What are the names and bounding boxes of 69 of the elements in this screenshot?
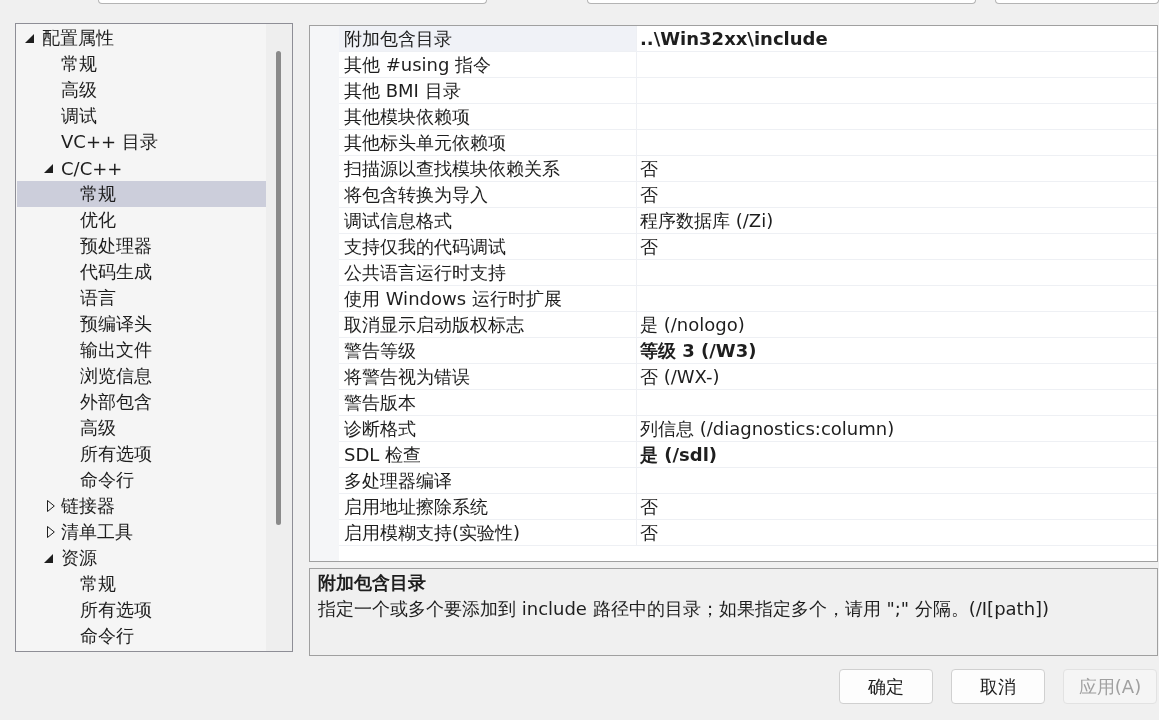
tree-item[interactable]: 所有选项 <box>17 441 266 467</box>
property-name[interactable]: 取消显示启动版权标志 <box>339 312 637 338</box>
tree-item[interactable]: 优化 <box>17 207 266 233</box>
property-name[interactable]: 公共语言运行时支持 <box>339 260 637 286</box>
property-name[interactable]: SDL 检查 <box>339 442 637 468</box>
property-name[interactable]: 其他标头单元依赖项 <box>339 130 637 156</box>
property-value[interactable]: 列信息 (/diagnostics:column) <box>637 416 1157 442</box>
tree-item[interactable]: 输出文件 <box>17 337 266 363</box>
tree-item[interactable]: 常规 <box>17 571 266 597</box>
tree-item[interactable]: 常规 <box>17 51 266 77</box>
property-value[interactable]: 等级 3 (/W3) <box>637 338 1157 364</box>
ok-button[interactable]: 确定 <box>839 669 933 704</box>
property-value[interactable]: 程序数据库 (/Zi) <box>637 208 1157 234</box>
tree-item[interactable]: 命令行 <box>17 623 266 649</box>
caret-down-icon[interactable] <box>44 553 53 563</box>
tree-item[interactable]: 代码生成 <box>17 259 266 285</box>
property-value[interactable]: 否 <box>637 156 1157 182</box>
tree-item[interactable]: 所有选项 <box>17 597 266 623</box>
tree-item[interactable]: 链接器 <box>17 493 266 519</box>
property-name[interactable]: 将警告视为错误 <box>339 364 637 390</box>
tree-item[interactable]: 配置属性 <box>17 25 266 51</box>
caret-down-icon[interactable] <box>44 163 53 173</box>
property-name[interactable]: 支持仅我的代码调试 <box>339 234 637 260</box>
property-value[interactable]: 否 <box>637 234 1157 260</box>
dropdown-field[interactable] <box>98 0 487 4</box>
cancel-button[interactable]: 取消 <box>951 669 1045 704</box>
property-name[interactable]: 其他 BMI 目录 <box>339 78 637 104</box>
description-title: 附加包含目录 <box>318 573 427 593</box>
property-name[interactable]: 启用模糊支持(实验性) <box>339 520 637 546</box>
tree-item[interactable]: 预处理器 <box>17 233 266 259</box>
tree-item[interactable]: 预编译头 <box>17 311 266 337</box>
tree-item[interactable]: VC++ 目录 <box>17 129 266 155</box>
property-name[interactable]: 多处理器编译 <box>339 468 637 494</box>
property-name[interactable]: 其他模块依赖项 <box>339 104 637 130</box>
tree-item[interactable]: 常规 <box>17 181 266 207</box>
property-value[interactable]: ..\Win32xx\include <box>637 26 1157 52</box>
tree-item[interactable]: 浏览信息 <box>17 363 266 389</box>
property-value[interactable]: 否 <box>637 494 1157 520</box>
tree-item[interactable]: 清单工具 <box>17 519 266 545</box>
description-text: 指定一个或多个要添加到 include 路径中的目录；如果指定多个，请用 ";" 分隔。(/I[path]) <box>318 599 1051 619</box>
property-name[interactable]: 将包含转换为导入 <box>339 182 637 208</box>
property-name[interactable]: 调试信息格式 <box>339 208 637 234</box>
property-value[interactable]: 是 (/nologo) <box>637 312 1157 338</box>
tree-item[interactable]: 语言 <box>17 285 266 311</box>
scrollbar-thumb[interactable] <box>276 51 281 525</box>
tree-item[interactable]: C/C++ <box>17 155 266 181</box>
tree-item[interactable]: 高级 <box>17 77 266 103</box>
caret-right-icon[interactable] <box>47 500 55 512</box>
dropdown-field[interactable] <box>587 0 976 4</box>
property-name[interactable]: 警告版本 <box>339 390 637 416</box>
property-name[interactable]: 附加包含目录 <box>339 26 637 52</box>
property-name[interactable]: 警告等级 <box>339 338 637 364</box>
property-name[interactable]: 使用 Windows 运行时扩展 <box>339 286 637 312</box>
tree-item[interactable]: 调试 <box>17 103 266 129</box>
property-value[interactable]: 否 <box>637 182 1157 208</box>
property-name[interactable]: 扫描源以查找模块依赖关系 <box>339 156 637 182</box>
tree-item[interactable]: 资源 <box>17 545 266 571</box>
property-name[interactable]: 其他 #using 指令 <box>339 52 637 78</box>
dropdown-field[interactable] <box>995 0 1159 4</box>
property-value[interactable]: 否 <box>637 520 1157 546</box>
property-name[interactable]: 启用地址擦除系统 <box>339 494 637 520</box>
caret-right-icon[interactable] <box>47 526 55 538</box>
caret-down-icon[interactable] <box>25 33 34 43</box>
property-name[interactable]: 诊断格式 <box>339 416 637 442</box>
tree-item[interactable]: 高级 <box>17 415 266 441</box>
property-value[interactable]: 是 (/sdl) <box>637 442 1157 468</box>
property-value[interactable]: 否 (/WX-) <box>637 364 1157 390</box>
tree-item[interactable]: 外部包含 <box>17 389 266 415</box>
tree-item[interactable]: 命令行 <box>17 467 266 493</box>
